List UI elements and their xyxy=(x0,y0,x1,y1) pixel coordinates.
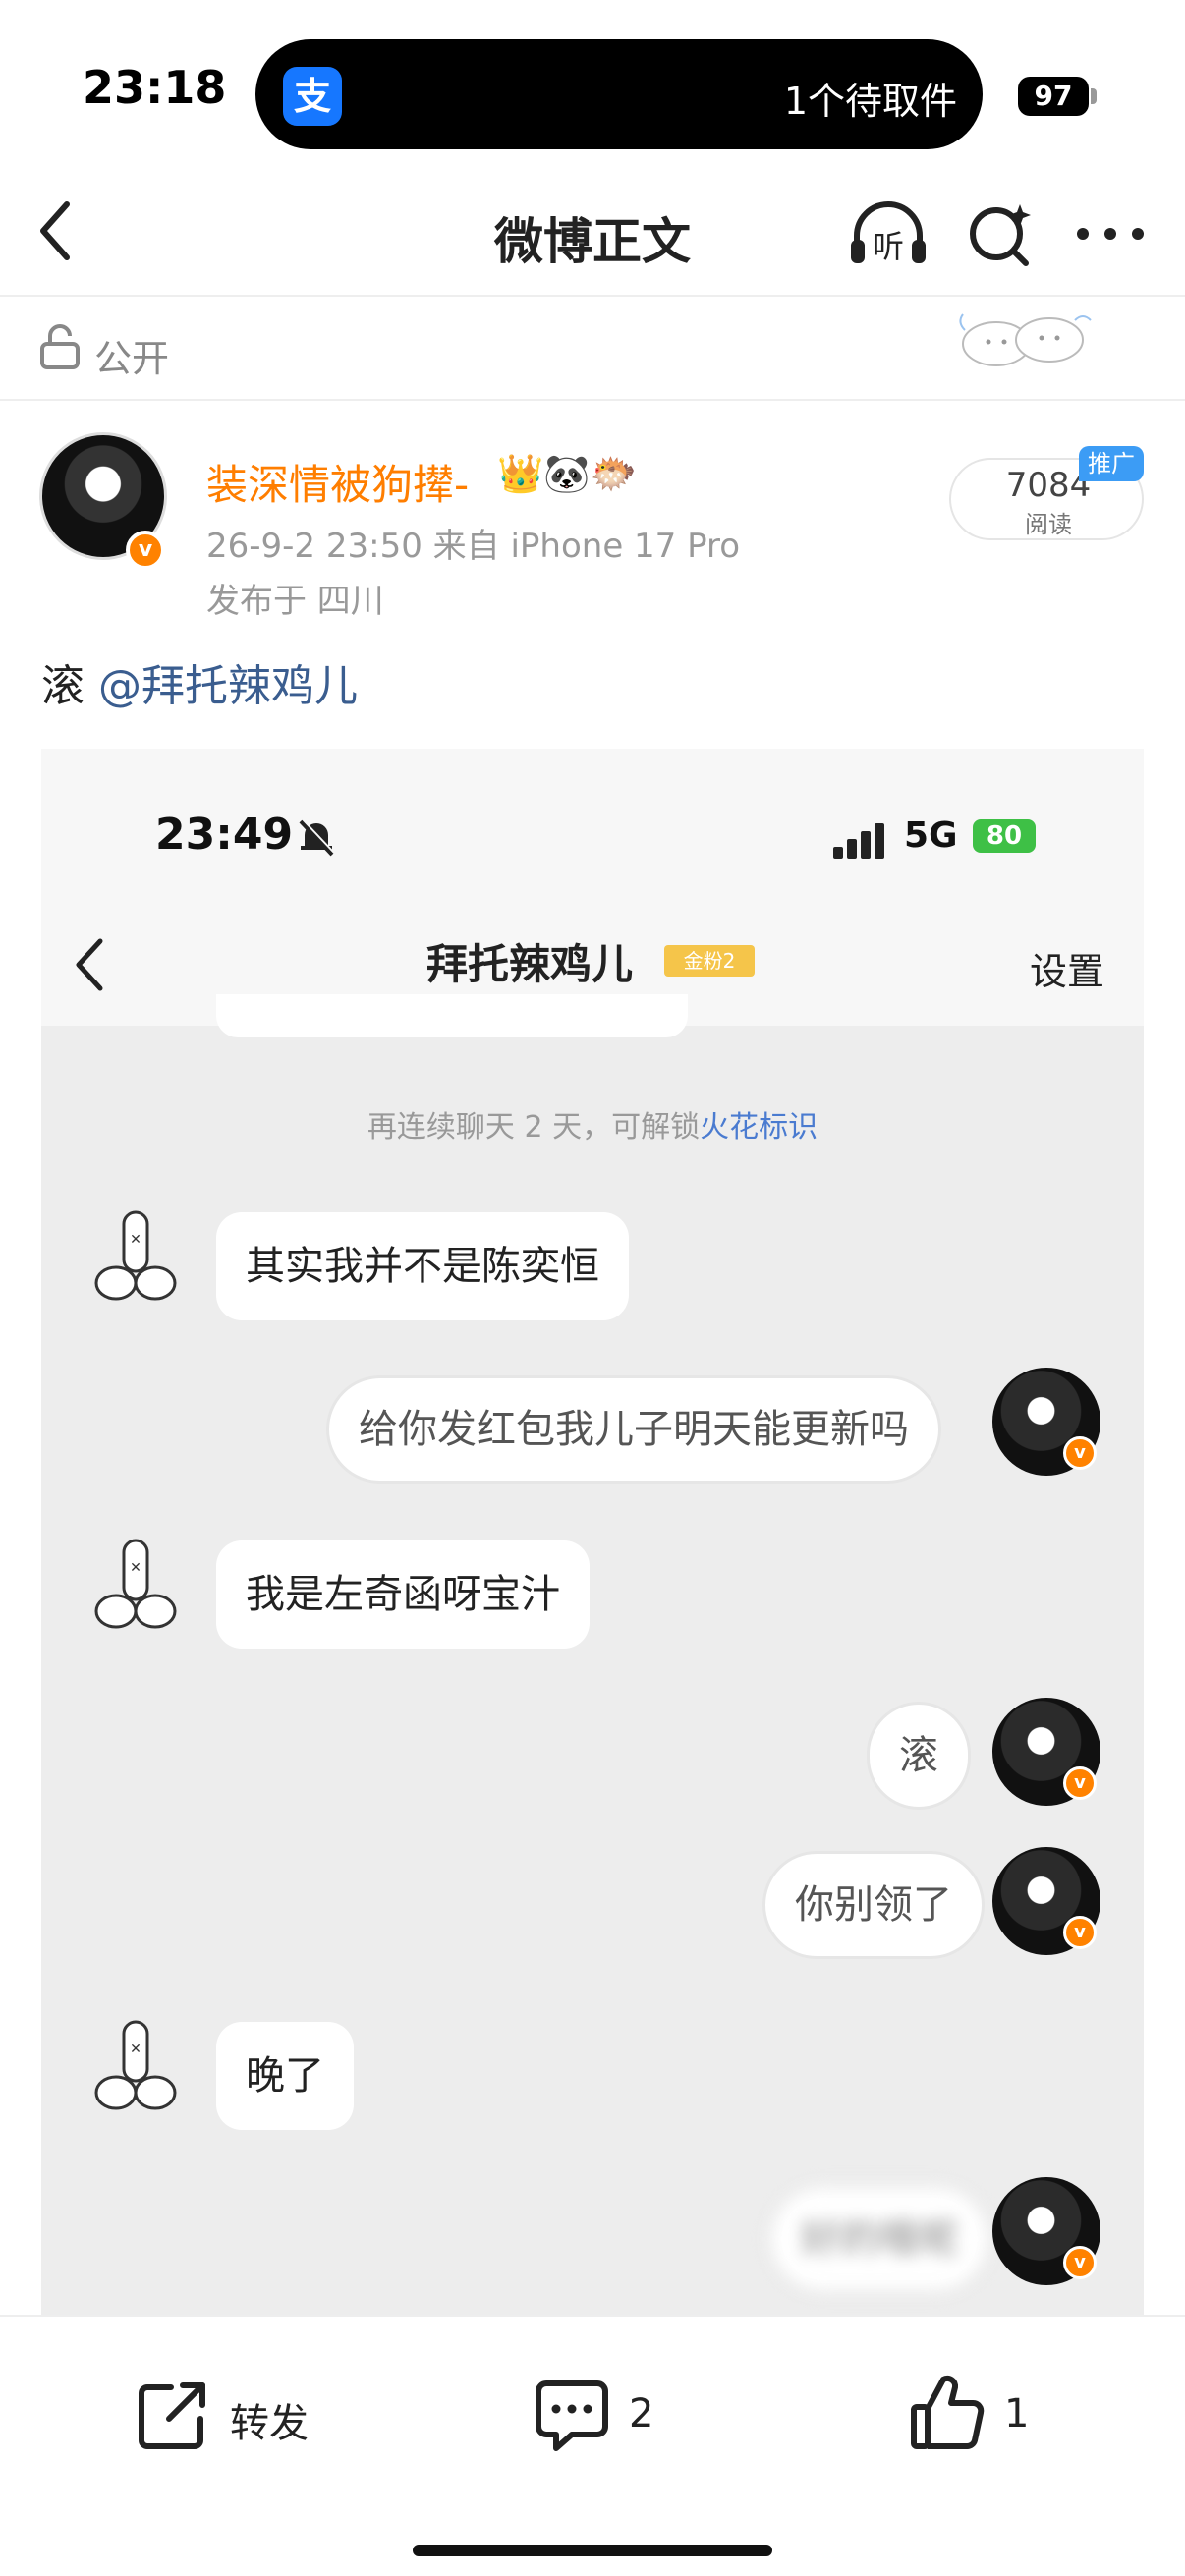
message-bubble: 好的哦呢 xyxy=(768,2185,990,2293)
action-bar: 转发 2 1 xyxy=(0,2315,1185,2576)
battery-tip xyxy=(1091,88,1097,104)
contact-avatar-icon: ✕ xyxy=(85,2016,193,2124)
contact-avatar-icon: ✕ xyxy=(85,1206,193,1315)
verified-badge-icon: v xyxy=(1063,2246,1097,2279)
cut-off-bubble xyxy=(216,994,688,1037)
status-time: 23:18 xyxy=(83,61,227,114)
alipay-icon: 支 xyxy=(283,67,342,126)
screenshot-time: 23:49 xyxy=(155,810,294,860)
visibility-label[interactable]: 公开 xyxy=(94,328,169,382)
svg-text:✕: ✕ xyxy=(130,1232,141,1248)
chat-settings: 设置 xyxy=(1030,950,1105,993)
unlock-icon xyxy=(39,324,81,373)
cat-sticker-icon xyxy=(947,295,1104,377)
system-message-link: 火花标识 xyxy=(700,1110,818,1145)
svg-text:✕: ✕ xyxy=(130,2042,141,2057)
chat-title: 拜托辣鸡儿 xyxy=(426,940,634,988)
system-message-text: 再连续聊天 2 天，可解锁 xyxy=(367,1110,701,1145)
fan-level-badge: 金粉2 xyxy=(664,945,755,977)
verified-badge-icon: v xyxy=(1063,1436,1097,1470)
comment-count[interactable]: 2 xyxy=(629,2391,653,2436)
message-bubble: 滚 xyxy=(867,1702,971,1810)
listen-icon[interactable]: 听 xyxy=(847,196,930,275)
screenshot-battery: 80 xyxy=(973,819,1036,853)
signal-icon xyxy=(831,823,894,863)
promo-badge[interactable]: 推广 xyxy=(1079,446,1144,481)
post-body: 滚 xyxy=(41,661,98,711)
post-text: 滚 @拜托辣鸡儿 xyxy=(41,650,358,713)
repost-button[interactable]: 转发 xyxy=(230,2391,309,2448)
like-count[interactable]: 1 xyxy=(1004,2391,1029,2436)
contact-avatar-icon: ✕ xyxy=(85,1535,193,1643)
battery-indicator: 97 xyxy=(1018,77,1089,116)
network-type: 5G xyxy=(904,815,958,856)
home-indicator[interactable] xyxy=(413,2545,772,2556)
divider xyxy=(0,399,1185,401)
post-location: 发布于 四川 xyxy=(206,582,384,621)
island-text: 1个待取件 xyxy=(783,80,957,123)
repost-icon[interactable] xyxy=(134,2376,212,2458)
comment-icon[interactable] xyxy=(533,2376,611,2458)
like-icon[interactable] xyxy=(908,2372,987,2458)
mention-link[interactable]: @拜托辣鸡儿 xyxy=(98,661,358,711)
message-bubble: 其实我并不是陈奕恒 xyxy=(216,1212,629,1320)
message-bubble: 给你发红包我儿子明天能更新吗 xyxy=(326,1375,941,1484)
read-label: 阅读 xyxy=(1025,511,1072,538)
chat-back-icon xyxy=(73,935,108,998)
listen-label: 听 xyxy=(873,228,904,265)
post-image[interactable]: 23:49 5G 80 拜托辣鸡儿 金粉2 设置 再连续聊天 2 天，可解锁火花… xyxy=(41,749,1144,2321)
verified-badge-icon: v xyxy=(1063,1916,1097,1949)
post-meta: 26-9-2 23:50 来自 iPhone 17 Pro xyxy=(206,527,741,566)
message-bubble: 你别领了 xyxy=(762,1851,985,1959)
mute-bell-icon xyxy=(295,815,338,863)
author-badges[interactable]: 👑🐼🐡 xyxy=(497,452,637,496)
more-icon[interactable] xyxy=(1071,196,1150,275)
svg-text:✕: ✕ xyxy=(130,1560,141,1576)
search-icon[interactable] xyxy=(963,196,1038,275)
verified-badge-icon: v xyxy=(1063,1766,1097,1800)
verified-badge-icon: v xyxy=(126,531,165,570)
message-bubble: 晚了 xyxy=(216,2022,354,2130)
author-name[interactable]: 装深情被狗撵- xyxy=(206,452,469,512)
system-message: 再连续聊天 2 天，可解锁火花标识 xyxy=(41,1102,1144,1146)
message-bubble: 我是左奇函呀宝汁 xyxy=(216,1540,590,1649)
